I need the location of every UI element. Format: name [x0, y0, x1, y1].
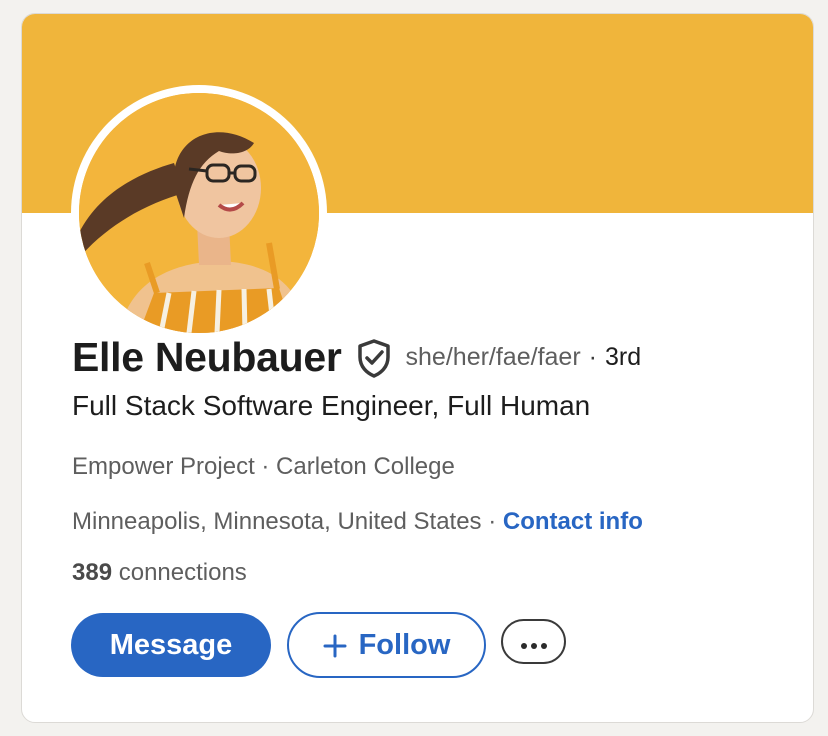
profile-name: Elle Neubauer	[72, 334, 342, 380]
connections-count[interactable]: 389 connections	[72, 559, 247, 587]
shield-check-icon[interactable]	[356, 338, 392, 378]
message-button-label: Message	[109, 628, 233, 661]
connection-degree: 3rd	[604, 343, 642, 371]
profile-location: Minneapolis, Minnesota, United States	[72, 508, 482, 535]
location-separator: ·	[481, 508, 503, 535]
connections-label: connections	[112, 559, 247, 586]
location-row: Minneapolis, Minnesota, United States · …	[72, 508, 643, 536]
name-row: Elle Neubauer she/her/fae/faer · 3rd	[72, 334, 641, 381]
avatar-photo	[79, 93, 319, 333]
connections-number: 389	[72, 559, 113, 586]
follow-button-label: Follow	[358, 628, 451, 661]
follow-button[interactable]: Follow	[287, 612, 486, 678]
more-actions-button[interactable]	[501, 619, 566, 664]
profile-organizations: Empower Project · Carleton College	[72, 453, 455, 480]
profile-headline: Full Stack Software Engineer, Full Human	[72, 390, 591, 421]
plus-icon	[323, 633, 347, 658]
avatar[interactable]	[71, 85, 327, 341]
ellipsis-icon	[520, 625, 548, 658]
profile-card: Elle Neubauer she/her/fae/faer · 3rd Ful…	[21, 13, 814, 723]
pronouns: she/her/fae/faer	[405, 343, 581, 371]
separator-dot: ·	[588, 343, 597, 371]
contact-info-link[interactable]: Contact info	[503, 508, 643, 535]
message-button[interactable]: Message	[71, 613, 271, 677]
